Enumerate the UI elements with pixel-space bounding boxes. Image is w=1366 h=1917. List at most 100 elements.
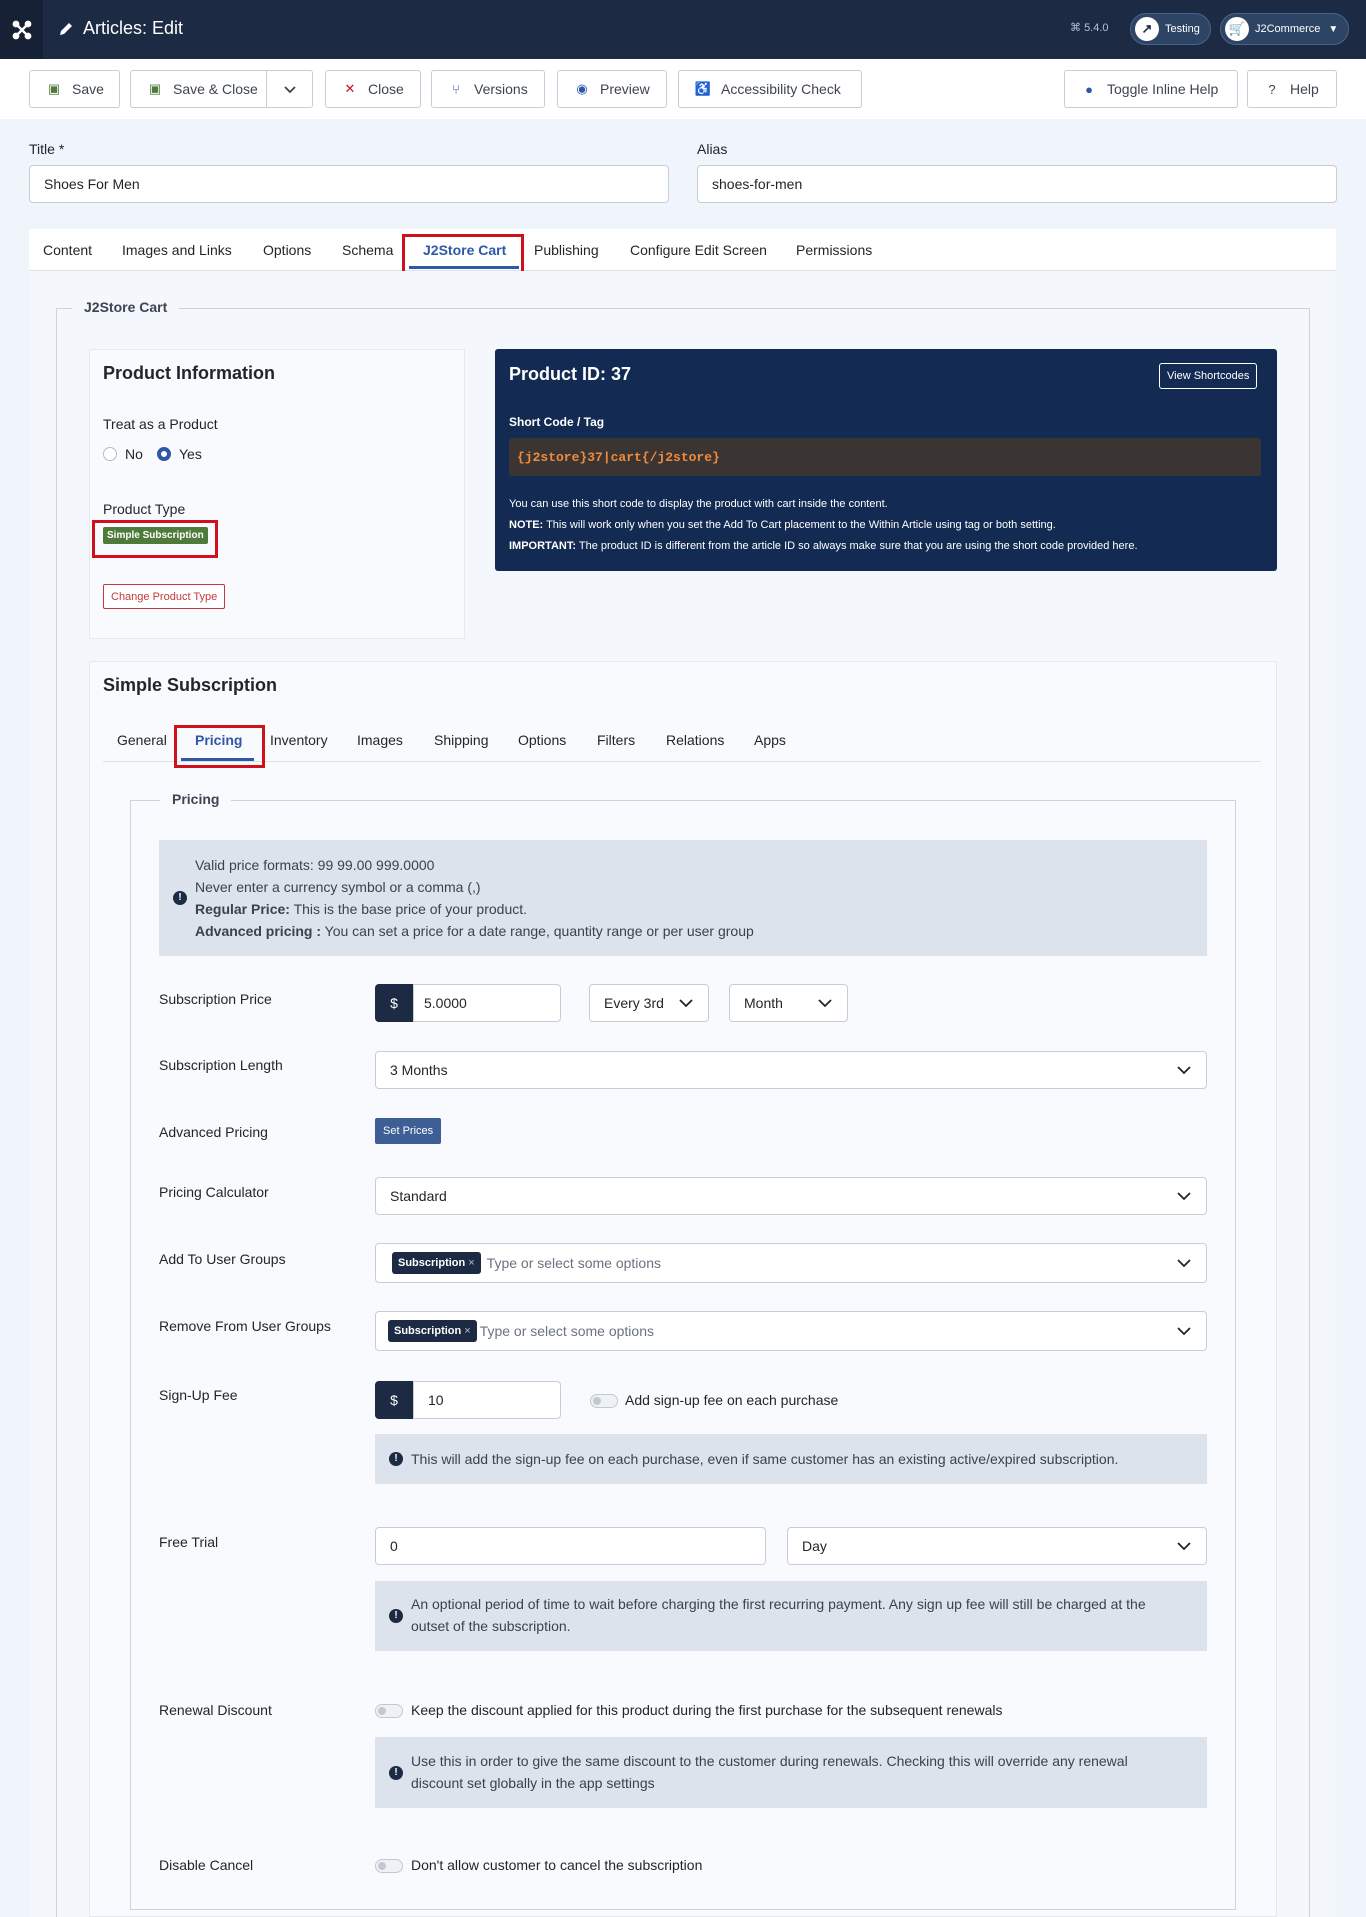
subscription-chip[interactable]: Subscription × bbox=[388, 1320, 477, 1342]
subtab-inventory[interactable]: Inventory bbox=[270, 732, 328, 748]
close-icon: ✕ bbox=[344, 81, 356, 96]
note-label: NOTE: bbox=[509, 519, 544, 531]
tab-images-links[interactable]: Images and Links bbox=[122, 242, 232, 258]
free-trial-unit-select[interactable]: Day bbox=[787, 1527, 1207, 1565]
add-groups-select[interactable]: Subscription × Type or select some option… bbox=[375, 1243, 1207, 1283]
info-icon: ! bbox=[389, 1452, 403, 1466]
currency-addon: $ bbox=[375, 1381, 413, 1419]
save-close-button[interactable]: ▣ Save & Close bbox=[130, 70, 313, 108]
free-trial-alert-text: An optional period of time to wait befor… bbox=[411, 1596, 1146, 1634]
renewal-discount-toggle[interactable] bbox=[375, 1704, 403, 1718]
change-product-type-button[interactable]: Change Product Type bbox=[103, 584, 226, 609]
help-button[interactable]: ? Help bbox=[1247, 70, 1337, 108]
pricing-calculator-label: Pricing Calculator bbox=[159, 1184, 269, 1200]
page-title: Articles: Edit bbox=[57, 18, 183, 39]
subtab-options[interactable]: Options bbox=[518, 732, 566, 748]
renewal-discount-label: Renewal Discount bbox=[159, 1702, 272, 1718]
tab-configure-edit-screen[interactable]: Configure Edit Screen bbox=[630, 242, 767, 258]
tab-permissions[interactable]: Permissions bbox=[796, 242, 872, 258]
alias-input[interactable]: shoes-for-men bbox=[697, 165, 1337, 203]
title-value: Shoes For Men bbox=[44, 176, 140, 192]
j2store-legend: J2Store Cart bbox=[72, 299, 180, 315]
radio-no[interactable]: No bbox=[103, 446, 143, 462]
tab-publishing[interactable]: Publishing bbox=[534, 242, 599, 258]
tab-schema[interactable]: Schema bbox=[342, 242, 393, 258]
subtab-images[interactable]: Images bbox=[357, 732, 403, 748]
short-code-info: You can use this short code to display t… bbox=[509, 494, 1138, 557]
subtab-relations[interactable]: Relations bbox=[666, 732, 724, 748]
close-button[interactable]: ✕ Close bbox=[325, 70, 421, 108]
versions-label: Versions bbox=[474, 81, 528, 97]
accessibility-icon: ♿ bbox=[694, 81, 712, 96]
signup-toggle-label: Add sign-up fee on each purchase bbox=[625, 1392, 839, 1408]
free-trial-label: Free Trial bbox=[159, 1534, 219, 1550]
testing-site-link[interactable]: ↗ Testing bbox=[1130, 13, 1211, 45]
important-label: IMPORTANT: bbox=[509, 540, 577, 552]
branch-icon: ⑂ bbox=[452, 81, 460, 97]
free-trial-input[interactable]: 0 bbox=[375, 1527, 766, 1565]
help-circle-icon: ● bbox=[1085, 81, 1093, 97]
subtab-general[interactable]: General bbox=[117, 732, 167, 748]
set-prices-button[interactable]: Set Prices bbox=[375, 1118, 442, 1144]
question-icon: ? bbox=[1268, 81, 1276, 97]
versions-button[interactable]: ⑂ Versions bbox=[431, 70, 545, 108]
title-label: Title * bbox=[29, 141, 65, 157]
signup-fee-label: Sign-Up Fee bbox=[159, 1387, 238, 1403]
subscription-chip[interactable]: Subscription × bbox=[392, 1252, 481, 1274]
chevron-down-icon bbox=[1177, 1327, 1191, 1336]
advanced-label: Advanced pricing : bbox=[195, 923, 322, 939]
joomla-logo-icon[interactable] bbox=[0, 0, 43, 59]
alert-line-2: Never enter a currency symbol or a comma… bbox=[195, 879, 481, 895]
save-close-label: Save & Close bbox=[173, 81, 258, 97]
chevron-down-icon bbox=[1177, 1066, 1191, 1075]
subscription-price-value: 5.0000 bbox=[424, 995, 467, 1011]
chip-remove-icon[interactable]: × bbox=[464, 1325, 470, 1337]
info-note: NOTE: This will work only when you set t… bbox=[509, 515, 1138, 536]
signup-alert-text: This will add the sign-up fee on each pu… bbox=[411, 1451, 1119, 1467]
interval-select[interactable]: Every 3rd bbox=[589, 984, 709, 1022]
pricing-info-alert: ! Valid price formats: 99 99.00 999.0000… bbox=[159, 840, 1207, 956]
subscription-price-input[interactable]: 5.0000 bbox=[413, 984, 561, 1022]
pricing-calculator-value: Standard bbox=[390, 1188, 447, 1204]
chevron-down-icon bbox=[284, 86, 296, 94]
pricing-calculator-select[interactable]: Standard bbox=[375, 1177, 1207, 1215]
period-select[interactable]: Month bbox=[729, 984, 848, 1022]
cart-icon: 🛒 bbox=[1225, 17, 1249, 41]
save-icon: ▣ bbox=[47, 81, 61, 96]
pricing-legend: Pricing bbox=[160, 791, 232, 807]
subtab-apps[interactable]: Apps bbox=[754, 732, 786, 748]
user-menu[interactable]: 🛒 J2Commerce ▼ bbox=[1220, 13, 1350, 45]
info-icon: ! bbox=[173, 891, 187, 905]
preview-button[interactable]: ◉ Preview bbox=[557, 70, 667, 108]
radio-no-circle bbox=[103, 447, 117, 461]
regular-label: Regular Price: bbox=[195, 901, 290, 917]
toggle-help-label: Toggle Inline Help bbox=[1107, 81, 1219, 97]
add-groups-label: Add To User Groups bbox=[159, 1251, 286, 1267]
subtab-shipping[interactable]: Shipping bbox=[434, 732, 489, 748]
toggle-inline-help-button[interactable]: ● Toggle Inline Help bbox=[1064, 70, 1238, 108]
signup-fee-toggle[interactable] bbox=[590, 1394, 618, 1408]
signup-fee-input[interactable]: 10 bbox=[413, 1381, 561, 1419]
subscription-length-select[interactable]: 3 Months bbox=[375, 1051, 1207, 1089]
short-code-value[interactable]: {j2store}37|cart{/j2store} bbox=[509, 438, 1261, 476]
alert-regular: Regular Price: This is the base price of… bbox=[195, 898, 1207, 920]
radio-yes[interactable]: Yes bbox=[157, 446, 202, 462]
accessibility-check-button[interactable]: ♿ Accessibility Check bbox=[678, 70, 862, 108]
note-text: This will work only when you set the Add… bbox=[543, 519, 1056, 531]
subtab-filters[interactable]: Filters bbox=[597, 732, 635, 748]
save-dropdown-toggle[interactable] bbox=[266, 71, 313, 107]
product-id-panel: Product ID: 37 View Shortcodes Short Cod… bbox=[495, 349, 1277, 571]
chip-remove-icon[interactable]: × bbox=[468, 1257, 474, 1269]
renewal-discount-alert: ! Use this in order to give the same dis… bbox=[375, 1737, 1207, 1808]
disable-cancel-toggle[interactable] bbox=[375, 1859, 403, 1873]
remove-groups-select[interactable]: Subscription × Type or select some option… bbox=[375, 1311, 1207, 1351]
radio-yes-circle bbox=[157, 447, 171, 461]
save-button[interactable]: ▣ Save bbox=[29, 70, 120, 108]
radio-yes-label: Yes bbox=[179, 446, 202, 462]
view-shortcodes-button[interactable]: View Shortcodes bbox=[1159, 363, 1258, 389]
remove-groups-label: Remove From User Groups bbox=[159, 1318, 331, 1334]
tab-options[interactable]: Options bbox=[263, 242, 311, 258]
tab-content[interactable]: Content bbox=[43, 242, 92, 258]
treat-product-label: Treat as a Product bbox=[103, 416, 218, 432]
title-input[interactable]: Shoes For Men bbox=[29, 165, 669, 203]
